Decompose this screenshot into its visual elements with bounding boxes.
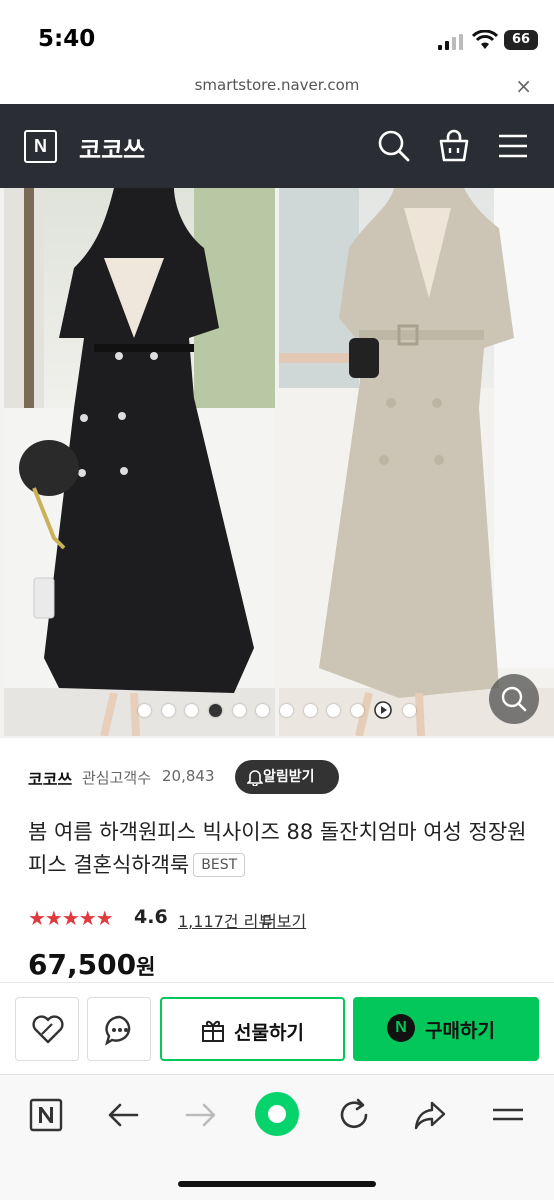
- gallery-dot[interactable]: [256, 704, 269, 717]
- rating-stars: ★★★★★: [28, 906, 114, 930]
- gallery-dot[interactable]: [403, 704, 416, 717]
- alarm-subscribe-button[interactable]: 알림받기: [235, 760, 339, 794]
- gallery-dot[interactable]: [233, 704, 246, 717]
- wish-heart-icon: [32, 1015, 64, 1044]
- back-arrow-icon[interactable]: [105, 1097, 141, 1133]
- cellular-signal-icon: [438, 34, 463, 50]
- close-icon[interactable]: ×: [515, 74, 532, 98]
- buy-button-label: 구매하기: [425, 1020, 495, 1042]
- status-time: 5:40: [38, 26, 96, 52]
- price-currency: 원: [136, 955, 156, 979]
- gift-icon: [202, 1020, 224, 1042]
- purchase-action-bar: 선물하기 N 구매하기: [0, 982, 554, 1074]
- review-more-link[interactable]: 더보기: [262, 908, 306, 932]
- wishlist-button[interactable]: [15, 997, 79, 1061]
- store-name-header[interactable]: 코코쓰: [79, 130, 145, 165]
- more-menu-icon[interactable]: [490, 1097, 526, 1133]
- gallery-dot[interactable]: [162, 704, 175, 717]
- gallery-dot[interactable]: [280, 704, 293, 717]
- search-icon[interactable]: [376, 128, 412, 164]
- review-count-link[interactable]: 1,117건 리뷰: [178, 908, 273, 932]
- product-title-text: 봄 여름 하객원피스 빅사이즈 88 돌잔치엄마 여성 정장원피스 결혼식하객룩: [28, 820, 527, 877]
- product-price: 67,500원: [28, 948, 155, 981]
- naver-home-icon[interactable]: [28, 1097, 64, 1133]
- bell-plus-icon: [247, 770, 263, 786]
- product-photo-beige-dress[interactable]: [279, 188, 554, 736]
- wifi-icon: [472, 30, 498, 49]
- alarm-button-label: 알림받기: [263, 769, 315, 785]
- rating-score: 4.6: [134, 906, 168, 928]
- gift-button-label: 선물하기: [234, 1022, 304, 1044]
- status-bar: 5:40 66: [0, 0, 554, 70]
- store-name[interactable]: 코코쓰: [28, 766, 72, 790]
- cart-icon[interactable]: [436, 128, 472, 164]
- gallery-pagination: [0, 700, 554, 722]
- naver-logo[interactable]: N: [24, 130, 57, 163]
- gallery-dot-active[interactable]: [209, 704, 222, 717]
- forward-arrow-icon[interactable]: [183, 1097, 219, 1133]
- follower-label: 관심고객수: [82, 769, 152, 787]
- gallery-dot[interactable]: [138, 704, 151, 717]
- naver-pay-badge: N: [387, 1014, 415, 1042]
- green-dot-icon[interactable]: [254, 1091, 300, 1137]
- reload-icon[interactable]: [336, 1097, 372, 1133]
- battery-indicator: 66: [504, 30, 538, 50]
- share-icon[interactable]: [412, 1097, 448, 1133]
- browser-toolbar: [0, 1074, 554, 1200]
- product-title: 봄 여름 하객원피스 빅사이즈 88 돌잔치엄마 여성 정장원피스 결혼식하객룩…: [28, 816, 528, 882]
- gallery-dot[interactable]: [351, 704, 364, 717]
- home-indicator[interactable]: [178, 1181, 376, 1187]
- talk-button[interactable]: [87, 997, 151, 1061]
- play-icon[interactable]: [373, 700, 393, 720]
- talk-chat-icon: [105, 1015, 131, 1046]
- product-photo-black-dress[interactable]: [4, 188, 275, 736]
- best-badge: BEST: [193, 853, 246, 877]
- gallery-dot[interactable]: [185, 704, 198, 717]
- gallery-dot[interactable]: [304, 704, 317, 717]
- store-header: N 코코쓰: [0, 104, 554, 188]
- product-image-gallery[interactable]: [0, 188, 554, 738]
- follower-count: 20,843: [162, 767, 215, 785]
- menu-icon[interactable]: [495, 128, 531, 164]
- price-value: 67,500: [28, 948, 137, 981]
- buy-button[interactable]: N 구매하기: [353, 997, 539, 1061]
- url-text[interactable]: smartstore.naver.com: [0, 76, 554, 94]
- browser-url-bar[interactable]: smartstore.naver.com ×: [0, 70, 554, 104]
- gift-button[interactable]: 선물하기: [160, 997, 345, 1061]
- rating-row: ★★★★★ 4.6 1,117건 리뷰 더보기: [28, 904, 528, 932]
- gallery-dot[interactable]: [327, 704, 340, 717]
